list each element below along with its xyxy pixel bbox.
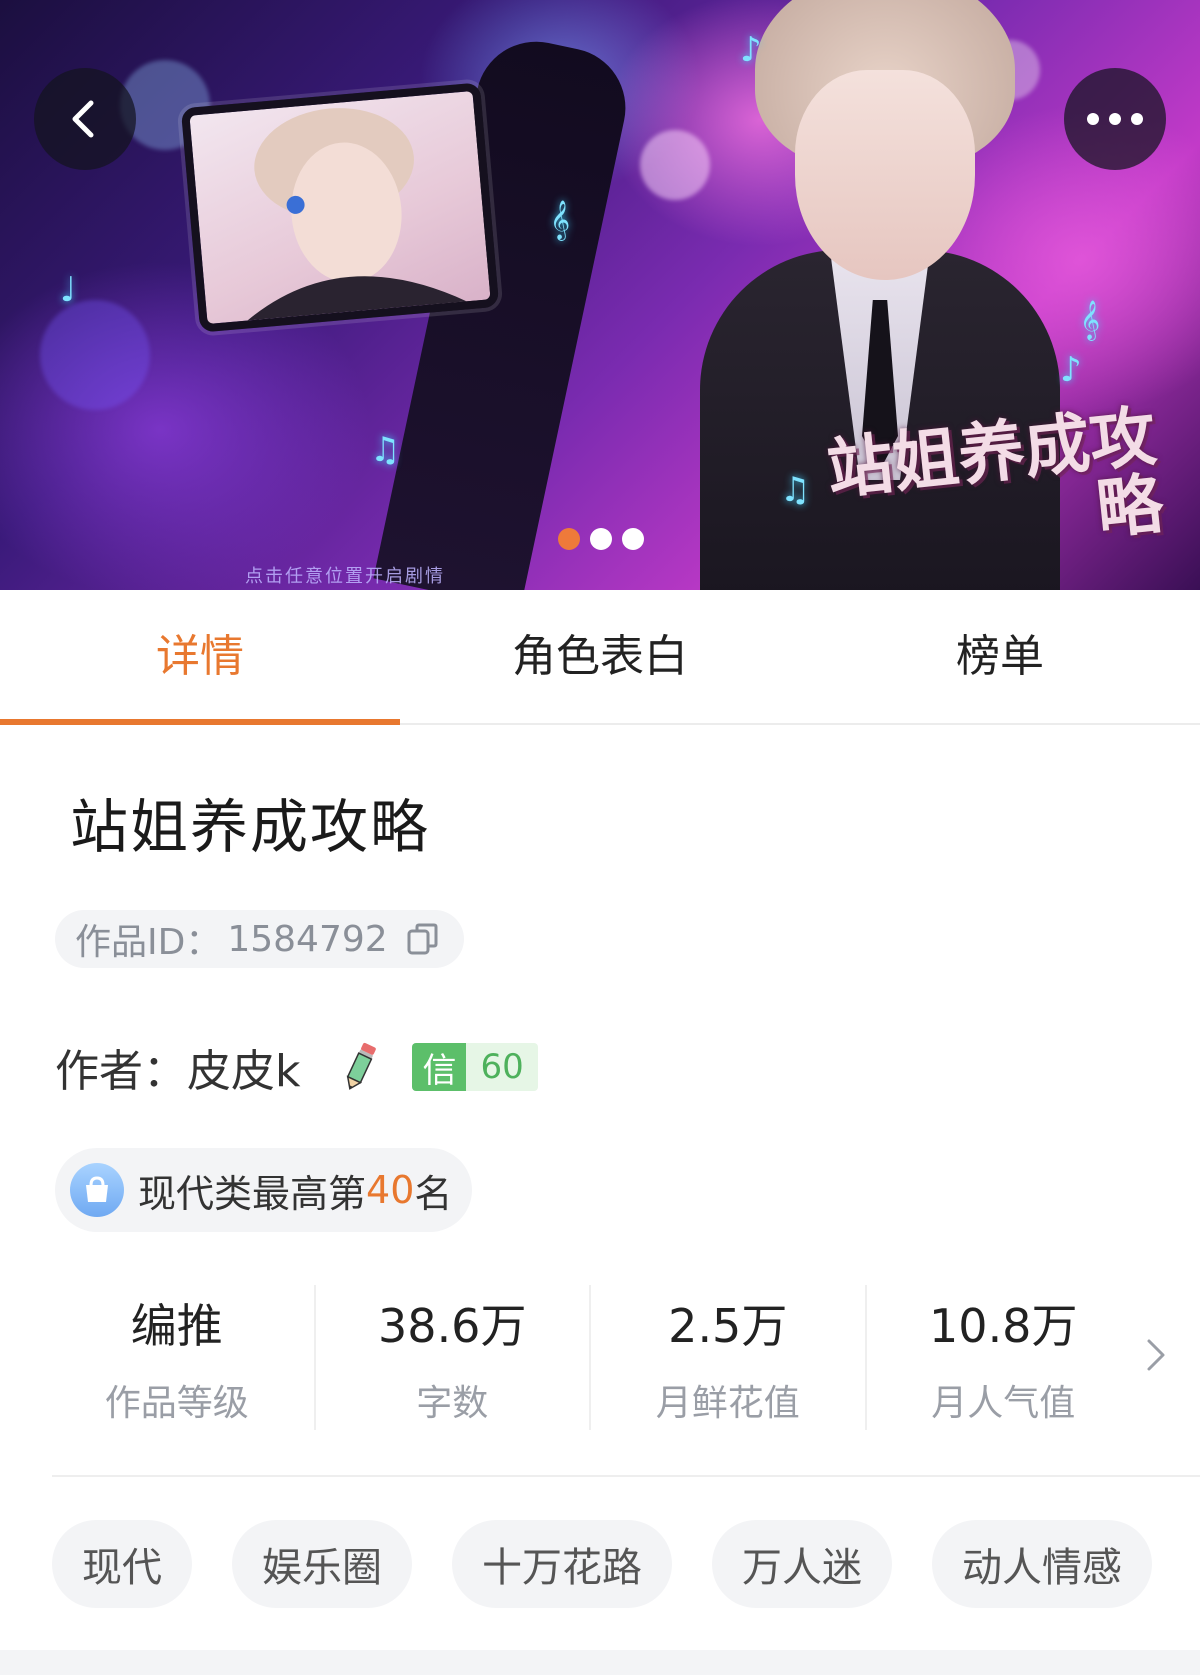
stat-level: 编推 作品等级	[40, 1285, 316, 1430]
music-note-icon: ♫	[370, 430, 401, 470]
rank-chip[interactable]: 现代类最高第 40 名	[55, 1148, 473, 1232]
music-note-icon: 𝄞	[1080, 300, 1101, 340]
music-note-icon: 𝄞	[550, 200, 571, 240]
cover-banner[interactable]: ♪ 𝄞 ♫ 𝄞 ♪ ♩ ♫ 站姐养成攻略 点击任意位置开启剧情	[0, 0, 1200, 590]
stat-monthly-popularity: 10.8万 月人气值	[867, 1285, 1141, 1430]
rank-prefix: 现代类最高第	[138, 1171, 367, 1216]
music-note-icon: ♪	[740, 30, 762, 70]
music-note-icon: ♩	[60, 270, 77, 310]
section-divider	[52, 1475, 1200, 1477]
stat-word-count: 38.6万 字数	[316, 1285, 591, 1430]
tab-character-confessions[interactable]: 角色表白	[400, 590, 800, 723]
back-button[interactable]	[34, 68, 136, 170]
tag-chip[interactable]: 娱乐圈	[232, 1520, 412, 1608]
tag-chip[interactable]: 万人迷	[712, 1520, 892, 1608]
stat-label: 月鲜花值	[655, 1382, 800, 1424]
stat-monthly-flowers: 2.5万 月鲜花值	[591, 1285, 867, 1430]
cover-logo-text: 站姐养成攻略	[823, 396, 1167, 549]
stat-label: 作品等级	[104, 1382, 249, 1424]
work-id-chip[interactable]: 作品ID： 1584792	[55, 910, 464, 968]
section-separator	[0, 1650, 1200, 1675]
more-button[interactable]	[1064, 68, 1166, 170]
phone-illustration	[180, 82, 500, 333]
tag-chip[interactable]: 十万花路	[452, 1520, 672, 1608]
carousel-dot[interactable]	[590, 528, 612, 550]
stat-value: 编推	[130, 1298, 223, 1353]
more-dots-icon	[1087, 113, 1143, 125]
credit-label: 信	[412, 1043, 467, 1091]
tag-chip[interactable]: 动人情感	[932, 1520, 1152, 1608]
rank-number: 40	[366, 1168, 415, 1212]
chevron-right-icon[interactable]	[1143, 1335, 1169, 1379]
tag-chip[interactable]: 现代	[52, 1520, 192, 1608]
tab-rankings[interactable]: 榜单	[800, 590, 1200, 723]
author-name[interactable]: 皮皮k	[187, 1035, 300, 1099]
carousel-dot[interactable]	[622, 528, 644, 550]
work-id-label: 作品ID：	[75, 922, 222, 963]
tab-details[interactable]: 详情	[0, 590, 400, 725]
author-row: 作者： 皮皮k 信 60	[55, 1035, 538, 1099]
cover-hint-text: 点击任意位置开启剧情	[245, 566, 445, 587]
stat-value: 2.5万	[668, 1298, 788, 1353]
work-id-value: 1584792	[227, 918, 388, 960]
stat-value: 10.8万	[929, 1298, 1078, 1353]
carousel-indicator	[558, 528, 644, 550]
pencil-icon	[340, 1041, 380, 1093]
stat-value: 38.6万	[378, 1298, 527, 1353]
rank-suffix: 名	[414, 1171, 453, 1216]
stats-row[interactable]: 编推 作品等级 38.6万 字数 2.5万 月鲜花值 10.8万 月人气值	[40, 1285, 1140, 1430]
author-label: 作者：	[55, 1046, 187, 1097]
tab-bar: 详情 角色表白 榜单	[0, 590, 1200, 725]
tag-list: 现代 娱乐圈 十万花路 万人迷 动人情感	[52, 1520, 1152, 1608]
carousel-dot[interactable]	[558, 528, 580, 550]
handbag-icon	[70, 1163, 124, 1217]
credit-badge[interactable]: 信 60	[412, 1043, 538, 1091]
work-title: 站姐养成攻略	[70, 793, 431, 861]
chevron-left-icon	[72, 100, 94, 138]
stat-label: 月人气值	[931, 1382, 1076, 1424]
music-note-icon: ♪	[1060, 350, 1082, 390]
credit-value: 60	[466, 1043, 538, 1091]
stage-light	[40, 300, 150, 410]
copy-icon[interactable]	[406, 922, 440, 956]
stat-label: 字数	[416, 1382, 489, 1424]
